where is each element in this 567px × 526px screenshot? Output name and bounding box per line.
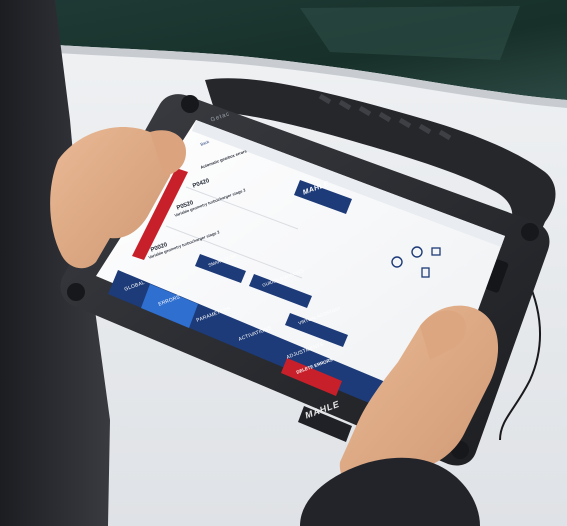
photo (0, 0, 567, 526)
bezel-corner-tr (521, 223, 539, 241)
bezel-corner-bl (67, 283, 85, 301)
windshield-reflection (300, 6, 520, 60)
photo-scene: Getac Back MAHLE Automatic gearbox error… (0, 0, 567, 526)
bezel-corner-tl (181, 95, 199, 113)
